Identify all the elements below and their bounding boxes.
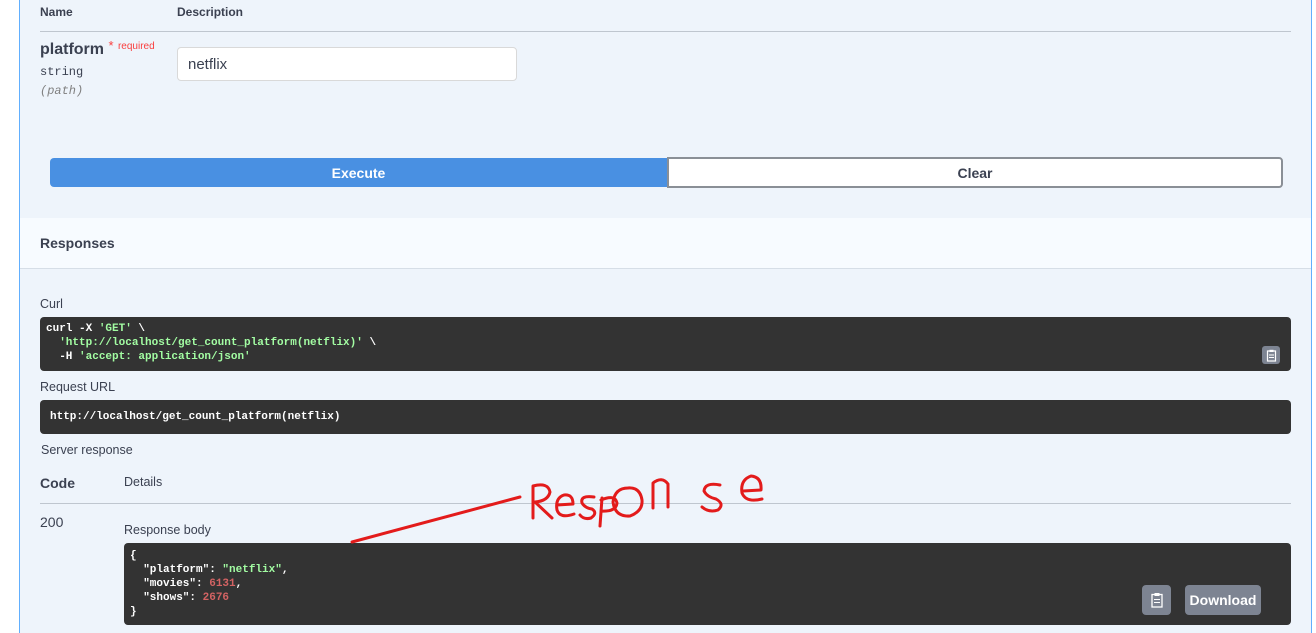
download-button[interactable]: Download	[1185, 585, 1261, 615]
responses-title: Responses	[40, 235, 115, 251]
parameter-type: string	[40, 65, 84, 79]
request-url: http://localhost/get_count_platform(netf…	[50, 411, 341, 423]
header-divider	[40, 31, 1291, 32]
json-brace: }	[130, 606, 137, 618]
json-value-movies: 6131	[209, 578, 236, 590]
curl-text: -H	[46, 351, 80, 363]
json-key: "movies"	[143, 578, 197, 590]
response-body-block: { "platform": "netflix", "movies": 6131,…	[124, 543, 1291, 625]
status-code: 200	[40, 514, 64, 530]
json-brace: {	[130, 550, 137, 562]
copy-icon[interactable]	[1262, 346, 1280, 364]
details-column-header: Details	[124, 475, 163, 489]
curl-text: \	[131, 323, 146, 335]
parameter-name: platform	[40, 41, 104, 58]
code-column-header: Code	[40, 475, 75, 491]
request-url-block: http://localhost/get_count_platform(netf…	[40, 400, 1291, 434]
execute-button[interactable]: Execute	[50, 158, 667, 187]
curl-header: 'accept: application/json'	[79, 351, 251, 363]
copy-response-button[interactable]	[1142, 585, 1171, 615]
clipboard-icon	[1150, 593, 1163, 608]
response-body-label: Response body	[124, 523, 211, 537]
server-response-label: Server response	[41, 443, 133, 457]
curl-code-block: curl -X 'GET' \ 'http://localhost/get_co…	[40, 317, 1291, 371]
curl-label: Curl	[40, 297, 63, 311]
parameter-name-cell: platform * required	[40, 38, 155, 59]
response-header-divider	[40, 503, 1291, 504]
json-value-shows: 2676	[202, 592, 230, 604]
column-header-name: Name	[40, 5, 73, 19]
request-url-label: Request URL	[40, 380, 116, 394]
curl-url: 'http://localhost/get_count_platform(net…	[59, 337, 363, 349]
required-star: *	[108, 38, 114, 53]
platform-input[interactable]	[177, 47, 517, 81]
operation-panel: Name Description platform * required str…	[19, 0, 1312, 633]
clear-button[interactable]: Clear	[667, 157, 1283, 188]
curl-text: curl -X	[46, 323, 99, 335]
column-header-description: Description	[177, 5, 244, 19]
json-key: "shows"	[143, 592, 190, 604]
json-key: "platform"	[143, 564, 210, 576]
curl-method: 'GET'	[98, 323, 132, 335]
json-value-platform: "netflix"	[222, 564, 282, 576]
responses-header: Responses	[20, 218, 1311, 269]
curl-text: \	[362, 337, 377, 349]
parameter-location: (path)	[40, 84, 84, 98]
required-label: required	[117, 41, 155, 52]
